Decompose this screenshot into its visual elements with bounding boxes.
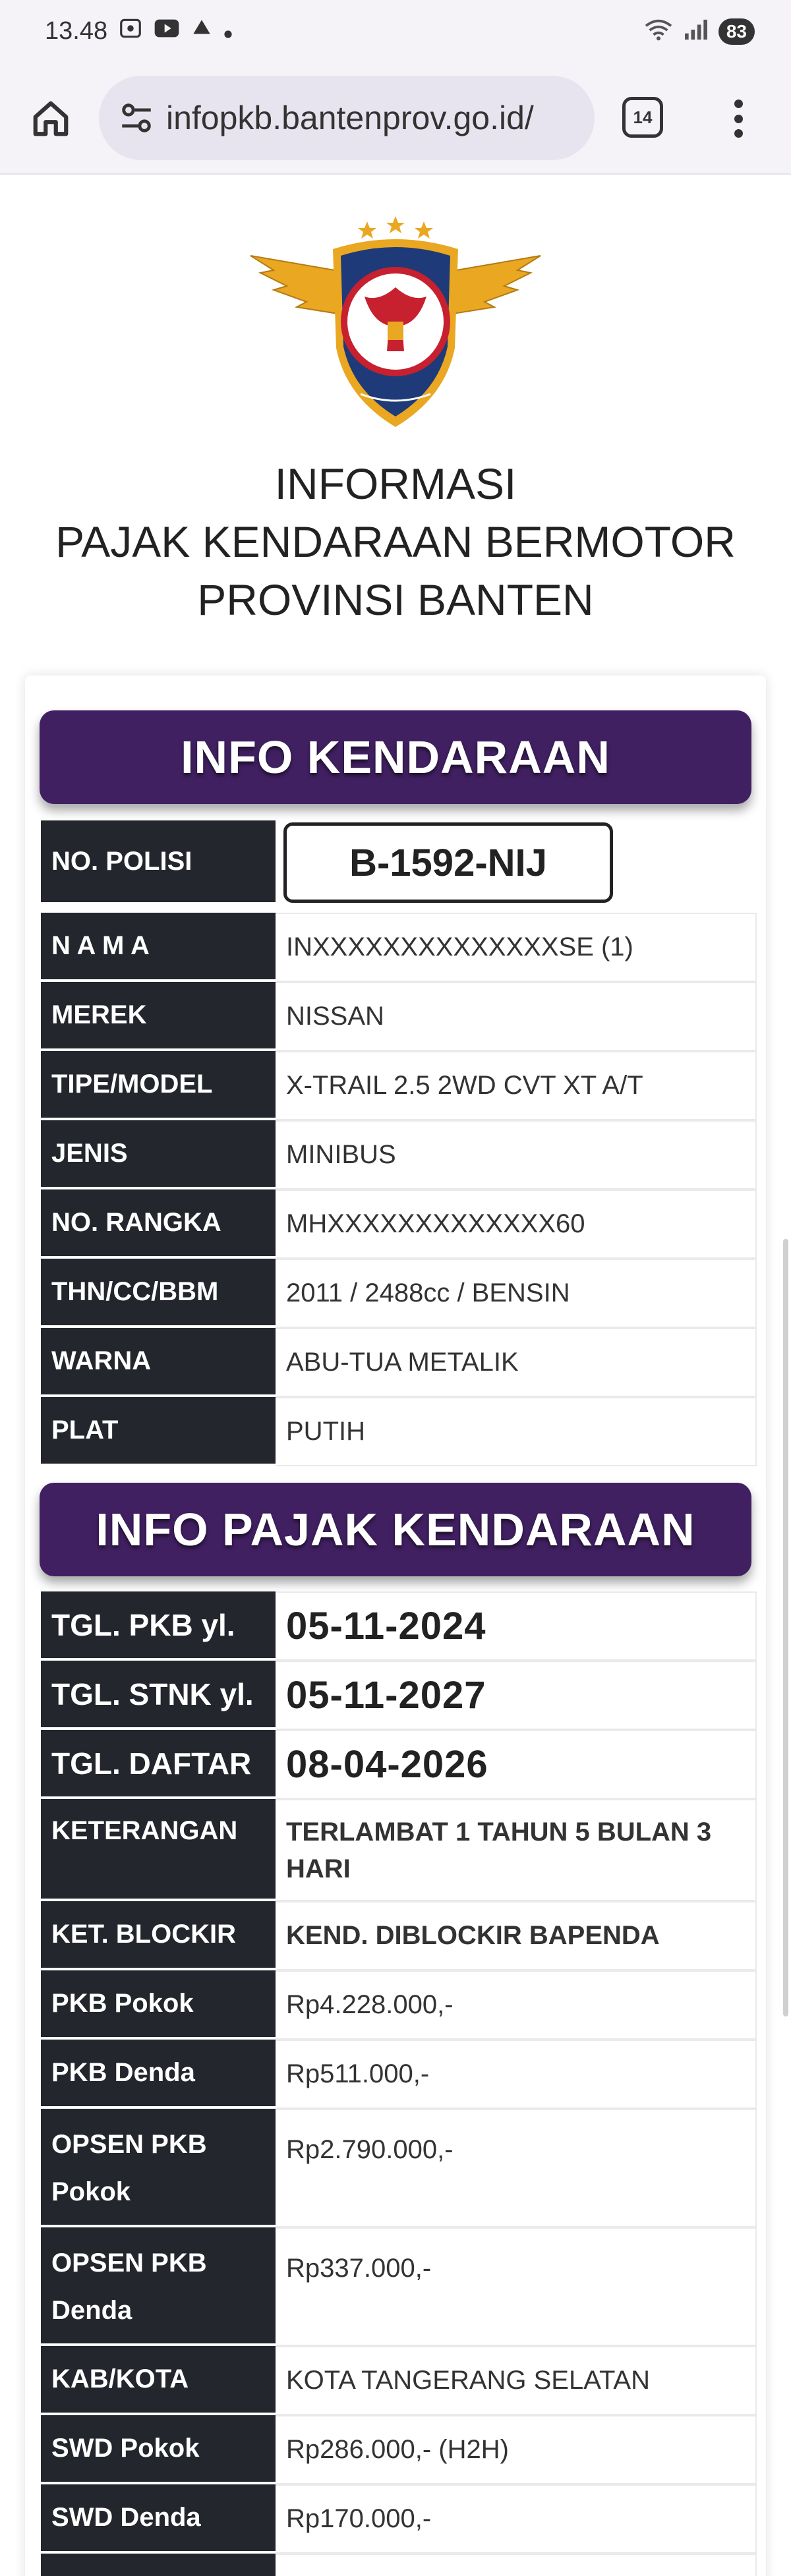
- row-value: INXXXXXXXXXXXXXXSE (1): [276, 913, 757, 982]
- row-label: [41, 2554, 276, 2576]
- status-right: 83: [643, 17, 755, 45]
- row-label: PKB Pokok: [41, 1970, 276, 2040]
- row-value: X-TRAIL 2.5 2WD CVT XT A/T: [276, 1051, 757, 1120]
- tab-switcher-button[interactable]: 14: [622, 97, 663, 138]
- row-value: KOTA TANGERANG SELATAN: [276, 2346, 757, 2415]
- status-time: 13.48: [45, 17, 108, 45]
- row-value: MHXXXXXXXXXXXXX60: [276, 1189, 757, 1259]
- page-scrollbar[interactable]: [783, 1239, 788, 2017]
- status-bar: 13.48 83: [0, 0, 791, 63]
- row-value: MINIBUS: [276, 1120, 757, 1189]
- table-row: TGL. DAFTAR 08-04-2026: [41, 1730, 757, 1799]
- row-value: 2011 / 2488cc / BENSIN: [276, 1259, 757, 1328]
- table-row: SWD Denda Rp170.000,-: [41, 2484, 757, 2554]
- row-value: KEND. DIBLOCKIR BAPENDA: [276, 1901, 757, 1970]
- table-row: KETERANGAN TERLAMBAT 1 TAHUN 5 BULAN 3 H…: [41, 1799, 757, 1901]
- home-icon: [33, 101, 69, 136]
- table-row: N A M A INXXXXXXXXXXXXXXSE (1): [41, 913, 757, 982]
- table-row: KET. BLOCKIR KEND. DIBLOCKIR BAPENDA: [41, 1901, 757, 1970]
- wifi-icon: [643, 17, 674, 45]
- table-row: SWD Pokok Rp286.000,- (H2H): [41, 2415, 757, 2484]
- battery-indicator: 83: [718, 18, 755, 45]
- row-label: TGL. STNK yl.: [41, 1661, 276, 1730]
- browser-toolbar: infopkb.bantenprov.go.id/ 14: [0, 63, 791, 175]
- table-row: PLAT PUTIH: [41, 1397, 757, 1466]
- title-line-2: PAJAK KENDARAAN BERMOTOR: [55, 517, 736, 566]
- table-row: THN/CC/BBM 2011 / 2488cc / BENSIN: [41, 1259, 757, 1328]
- row-value: [276, 2554, 757, 2576]
- row-value: NISSAN: [276, 982, 757, 1051]
- info-pajak-heading: INFO PAJAK KENDARAAN: [40, 1483, 751, 1576]
- row-label: TGL. DAFTAR: [41, 1730, 276, 1799]
- row-label: TIPE/MODEL: [41, 1051, 276, 1120]
- url-text: infopkb.bantenprov.go.id/: [166, 100, 534, 136]
- home-button[interactable]: [28, 96, 74, 142]
- table-row: NO. RANGKA MHXXXXXXXXXXXXX60: [41, 1189, 757, 1259]
- row-value: Rp4.228.000,-: [276, 1970, 757, 2040]
- table-row: KAB/KOTA KOTA TANGERANG SELATAN: [41, 2346, 757, 2415]
- row-value: ABU-TUA METALIK: [276, 1328, 757, 1397]
- table-row: PKB Pokok Rp4.228.000,-: [41, 1970, 757, 2040]
- address-bar[interactable]: infopkb.bantenprov.go.id/: [99, 76, 595, 160]
- row-label: WARNA: [41, 1328, 276, 1397]
- table-row: TIPE/MODEL X-TRAIL 2.5 2WD CVT XT A/T: [41, 1051, 757, 1120]
- row-value: 08-04-2026: [276, 1730, 757, 1799]
- title-line-3: PROVINSI BANTEN: [197, 575, 594, 624]
- info-kendaraan-heading: INFO KENDARAAN: [40, 710, 751, 804]
- status-left: 13.48: [45, 16, 233, 47]
- table-row: MEREK NISSAN: [41, 982, 757, 1051]
- row-value: Rp2.790.000,-: [276, 2109, 757, 2227]
- row-value: TERLAMBAT 1 TAHUN 5 BULAN 3 HARI: [276, 1799, 757, 1901]
- plate-number: B-1592-NIJ: [283, 822, 613, 903]
- row-label: PKB Denda: [41, 2040, 276, 2109]
- youtube-icon: [154, 17, 180, 45]
- row-label: KAB/KOTA: [41, 2346, 276, 2415]
- row-value: Rp337.000,-: [276, 2227, 757, 2346]
- drive-icon: [190, 17, 213, 46]
- table-row-partial: [41, 2554, 757, 2576]
- samsat-logo: [250, 216, 541, 427]
- row-label: KETERANGAN: [41, 1799, 276, 1901]
- table-row: WARNA ABU-TUA METALIK: [41, 1328, 757, 1397]
- plate-label: NO. POLISI: [41, 820, 276, 905]
- signal-icon: [683, 18, 709, 44]
- row-value: Rp511.000,-: [276, 2040, 757, 2109]
- row-label: PLAT: [41, 1397, 276, 1466]
- row-label: MEREK: [41, 982, 276, 1051]
- row-label: N A M A: [41, 913, 276, 982]
- row-label: OPSEN PKB Denda: [41, 2227, 276, 2346]
- page-title: INFORMASI PAJAK KENDARAAN BERMOTOR PROVI…: [0, 455, 791, 629]
- title-line-1: INFORMASI: [274, 459, 517, 508]
- table-row: OPSEN PKB Denda Rp337.000,-: [41, 2227, 757, 2346]
- table-row: OPSEN PKB Pokok Rp2.790.000,-: [41, 2109, 757, 2227]
- dot-icon: [223, 17, 233, 45]
- row-label: OPSEN PKB Pokok: [41, 2109, 276, 2227]
- row-value: Rp286.000,- (H2H): [276, 2415, 757, 2484]
- more-menu-icon[interactable]: [725, 96, 751, 142]
- screenshot-icon: [118, 16, 143, 47]
- row-label: SWD Denda: [41, 2484, 276, 2554]
- row-value: 05-11-2027: [276, 1661, 757, 1730]
- row-label: JENIS: [41, 1120, 276, 1189]
- row-label: KET. BLOCKIR: [41, 1901, 276, 1970]
- site-settings-icon[interactable]: [117, 99, 156, 137]
- table-row: PKB Denda Rp511.000,-: [41, 2040, 757, 2109]
- row-value: PUTIH: [276, 1397, 757, 1466]
- row-value: Rp170.000,-: [276, 2484, 757, 2554]
- table-row: JENIS MINIBUS: [41, 1120, 757, 1189]
- row-value: 05-11-2024: [276, 1591, 757, 1661]
- row-label: SWD Pokok: [41, 2415, 276, 2484]
- table-row: TGL. PKB yl. 05-11-2024: [41, 1591, 757, 1661]
- row-label: TGL. PKB yl.: [41, 1591, 276, 1661]
- table-row: TGL. STNK yl. 05-11-2027: [41, 1661, 757, 1730]
- row-label: NO. RANGKA: [41, 1189, 276, 1259]
- row-label: THN/CC/BBM: [41, 1259, 276, 1328]
